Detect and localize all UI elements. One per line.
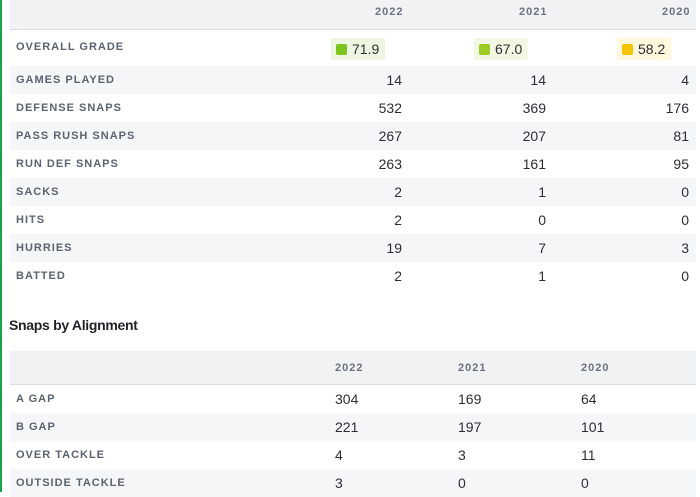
cell-2022: 3 [335,475,343,491]
year-header-2020: 2020 [662,6,691,18]
cell-2020: 0 [681,268,689,284]
cell-2021: 1 [538,184,546,200]
table-row: OUTSIDE TACKLE 3 0 0 [10,469,696,497]
cell-2022: 267 [378,128,402,144]
cell-2020: 64 [581,391,597,407]
table-row: RUN DEF SNAPS 263 161 95 [10,150,696,178]
row-label: HURRIES [16,242,73,254]
row-label: DEFENSE SNAPS [16,102,122,114]
cell-2021: 207 [522,128,546,144]
year-header-2021: 2021 [519,6,548,18]
year-header-2021: 2021 [458,362,487,374]
cell-2022: 19 [386,240,402,256]
overall-grade-row: OVERALL GRADE 71.9 67.0 58.2 [10,30,696,66]
grade-value: 67.0 [495,41,523,57]
table-row: BATTED 2 1 0 [10,262,696,290]
cell-2022: 2 [394,184,402,200]
row-label: PASS RUSH SNAPS [16,130,136,142]
row-label: B GAP [16,421,56,433]
cell-2021: 0 [458,475,466,491]
cell-2022: 14 [386,72,402,88]
table-row: GAMES PLAYED 14 14 4 [10,66,696,94]
cell-2021: 14 [530,72,546,88]
cell-2020: 3 [681,240,689,256]
table-row: OVER TACKLE 4 3 11 [10,441,696,469]
table-row: B GAP 221 197 101 [10,413,696,441]
row-label: OVERALL GRADE [16,41,125,53]
row-label: BATTED [16,270,66,282]
row-label: OUTSIDE TACKLE [16,477,126,489]
row-label: HITS [16,214,46,226]
row-label: SACKS [16,186,60,198]
table-row: DEFENSE SNAPS 532 369 176 [10,94,696,122]
cell-2021: 161 [522,156,546,172]
cell-2021: 7 [538,240,546,256]
cell-2021: 197 [458,419,482,435]
cell-2021: 1 [538,268,546,284]
grade-color-icon [622,43,633,55]
cell-2021: 369 [522,100,546,116]
alignment-table: 2022 2021 2020 A GAP 304 169 64 B GAP 22… [10,351,696,497]
left-accent-bar [0,0,2,492]
cell-2022: 532 [378,100,402,116]
row-label: RUN DEF SNAPS [16,158,119,170]
cell-2020: 4 [681,72,689,88]
grade-color-icon [336,43,347,55]
table-row: PASS RUSH SNAPS 267 207 81 [10,122,696,150]
table-row: HURRIES 19 7 3 [10,234,696,262]
cell-2020: 101 [581,419,605,435]
cell-2020: 11 [581,447,596,463]
grade-value: 58.2 [638,41,666,57]
cell-2021: 0 [538,212,546,228]
cell-2020: 0 [681,184,689,200]
year-header-2020: 2020 [581,362,610,374]
cell-2020: 0 [681,212,689,228]
cell-2022: 2 [394,212,402,228]
alignment-table-header: 2022 2021 2020 [10,351,696,385]
year-header-2022: 2022 [335,362,364,374]
table-row: HITS 2 0 0 [10,206,696,234]
row-label: GAMES PLAYED [16,74,116,86]
cell-2020: 0 [581,475,589,491]
cell-2022: 2 [394,268,402,284]
grade-badge-2021: 67.0 [474,38,529,60]
row-label: A GAP [16,393,56,405]
stats-table-header: 2022 2021 2020 [10,0,696,30]
grade-badge-2022: 71.9 [331,38,386,60]
cell-2021: 169 [458,391,482,407]
cell-2022: 263 [378,156,402,172]
cell-2021: 3 [458,447,466,463]
cell-2020: 95 [673,156,689,172]
cell-2022: 4 [335,447,343,463]
cell-2022: 221 [335,419,359,435]
grade-value: 71.9 [352,41,380,57]
cell-2022: 304 [335,391,359,407]
table-row: SACKS 2 1 0 [10,178,696,206]
table-row: A GAP 304 169 64 [10,385,696,413]
cell-2020: 176 [665,100,689,116]
grade-badge-2020: 58.2 [617,38,672,60]
section-title: Snaps by Alignment [9,317,138,333]
year-header-2022: 2022 [375,6,404,18]
cell-2020: 81 [673,128,689,144]
row-label: OVER TACKLE [16,449,106,461]
grade-color-icon [479,43,490,55]
stats-table: 2022 2021 2020 OVERALL GRADE 71.9 67.0 5… [10,0,696,290]
